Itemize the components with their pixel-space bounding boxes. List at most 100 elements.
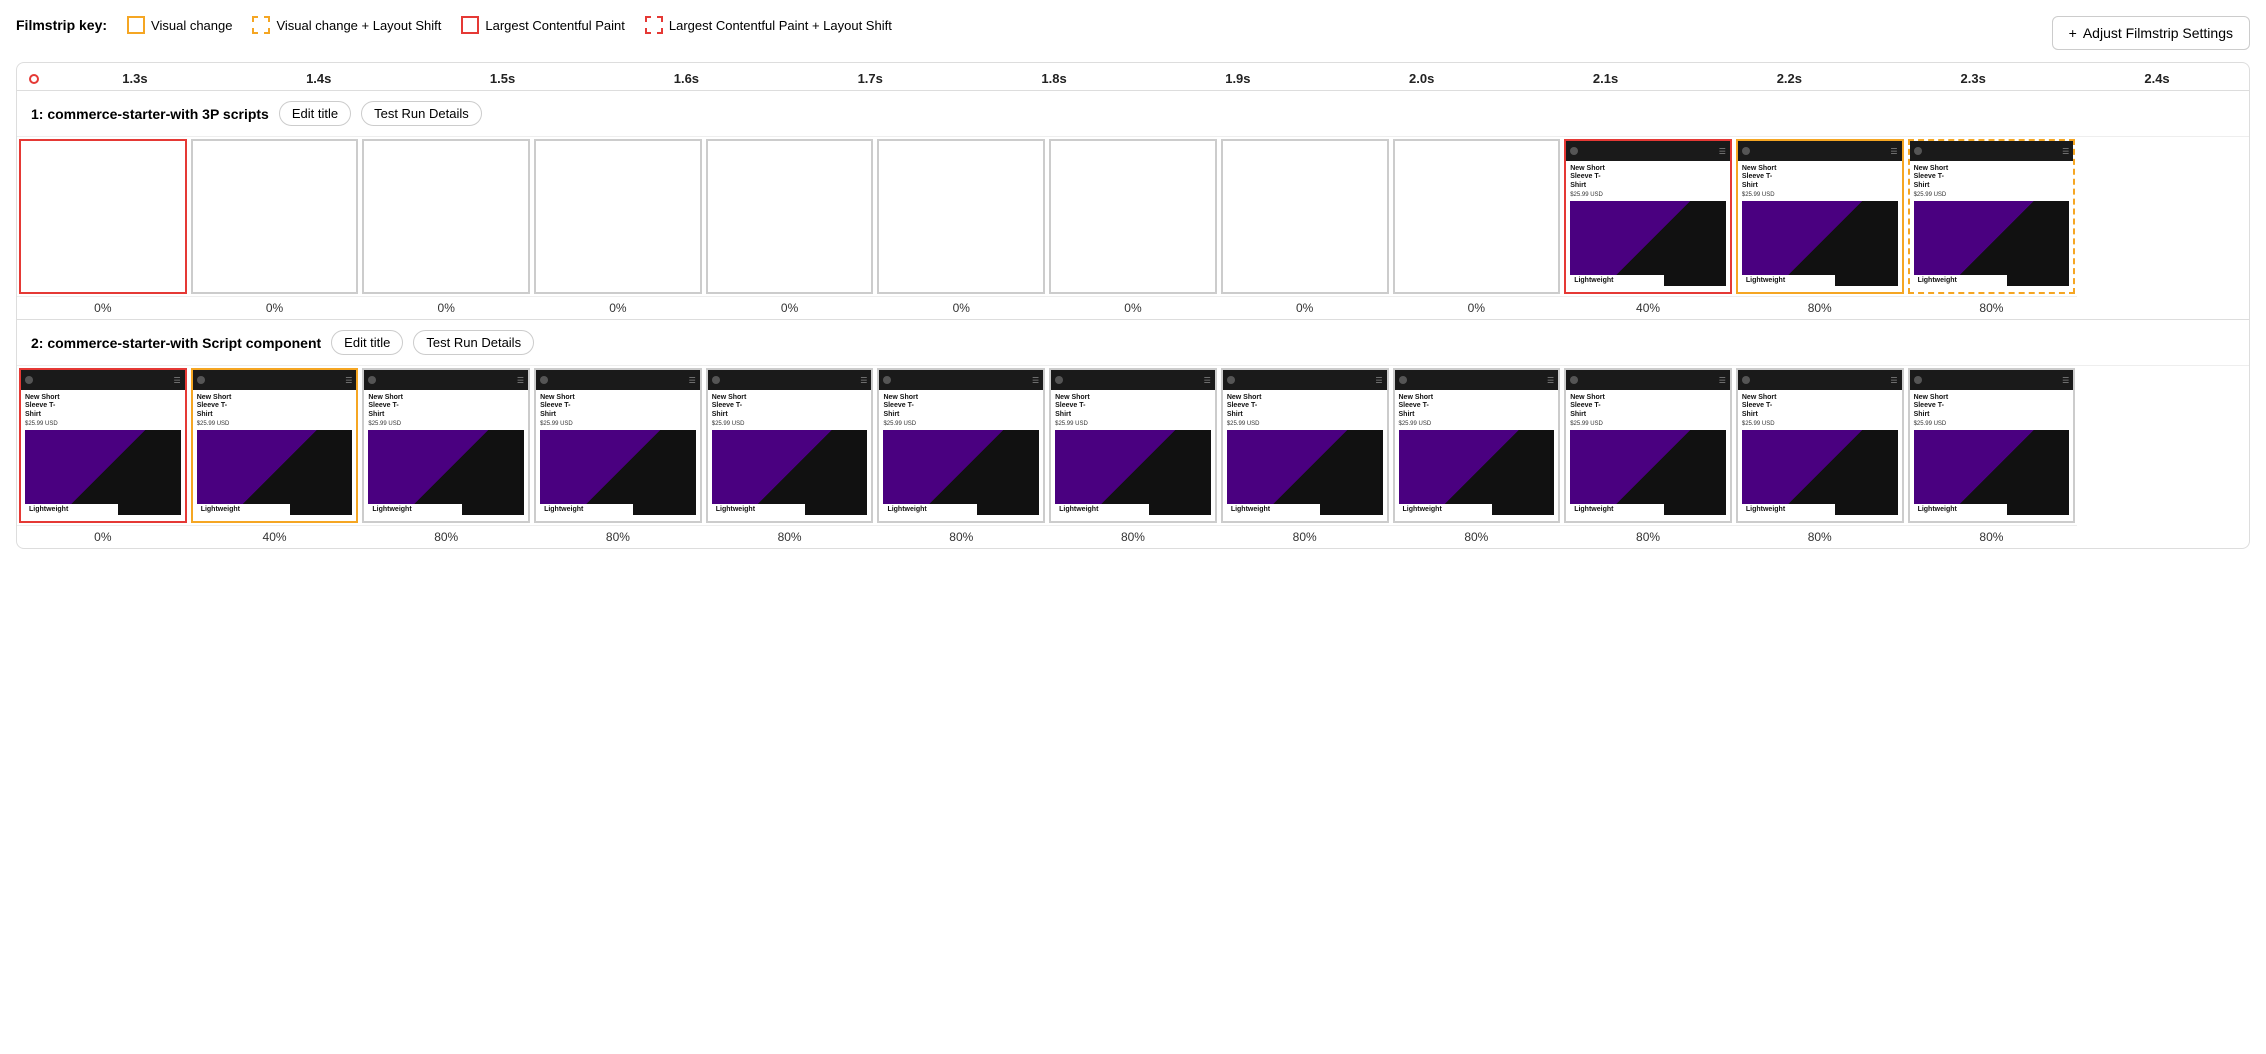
lightweight-badge: Lightweight	[25, 504, 118, 515]
screenshot[interactable]: ☰ New ShortSleeve T-Shirt $25.99 USD Lig…	[1051, 370, 1215, 521]
frame-cell[interactable]	[706, 139, 874, 294]
timeline-tick: 1.3s	[43, 71, 227, 86]
lightweight-badge: Lightweight	[1570, 275, 1663, 286]
product-name: New ShortSleeve T-Shirt	[1570, 165, 1726, 190]
frame-cell[interactable]: ☰ New ShortSleeve T-Shirt $25.99 USD Lig…	[706, 368, 874, 523]
menu-icon: ☰	[1719, 376, 1726, 385]
menu-icon: ☰	[689, 376, 696, 385]
percent-cell: 80%	[1562, 525, 1734, 548]
frame-col	[17, 137, 189, 296]
timeline-tick: 1.6s	[594, 71, 778, 86]
frame-cell[interactable]: ☰ New ShortSleeve T-Shirt $25.99 USD Lig…	[1564, 368, 1732, 523]
screenshot-body: New ShortSleeve T-Shirt $25.99 USD Light…	[364, 390, 528, 519]
row1-details-button[interactable]: Test Run Details	[361, 101, 482, 126]
frame-cell[interactable]: ☰ New ShortSleeve T-Shirt $25.99 USD Lig…	[1736, 139, 1904, 294]
percent-cell: 80%	[1047, 525, 1219, 548]
lightweight-badge: Lightweight	[1399, 504, 1492, 515]
screenshot-top-bar: ☰	[1223, 370, 1387, 390]
adjust-filmstrip-button[interactable]: + Adjust Filmstrip Settings	[2052, 16, 2250, 50]
product-image: Lightweight	[1914, 430, 2070, 515]
camera-icon	[1570, 376, 1578, 384]
screenshot-body: New ShortSleeve T-Shirt $25.99 USD Light…	[21, 390, 185, 519]
visual-change-icon	[127, 16, 145, 34]
product-image: Lightweight	[1742, 430, 1898, 515]
percent-cell: 80%	[1219, 525, 1391, 548]
screenshot-body: New ShortSleeve T-Shirt $25.99 USD Light…	[1223, 390, 1387, 519]
frame-cell[interactable]	[19, 139, 187, 294]
camera-icon	[712, 376, 720, 384]
menu-icon: ☰	[2062, 376, 2069, 385]
screenshot[interactable]: ☰ New ShortSleeve T-Shirt $25.99 USD Lig…	[1738, 370, 1902, 521]
screenshot[interactable]: ☰ New ShortSleeve T-Shirt $25.99 USD Lig…	[1910, 370, 2074, 521]
product-price: $25.99 USD	[1914, 192, 2070, 198]
frame-cell[interactable]	[1393, 139, 1561, 294]
screenshot-body: New ShortSleeve T-Shirt $25.99 USD Light…	[1738, 161, 1902, 290]
product-image: Lightweight	[1914, 201, 2070, 286]
screenshot-body: New ShortSleeve T-Shirt $25.99 USD Light…	[708, 390, 872, 519]
frame-cell[interactable]	[877, 139, 1045, 294]
frame-cell[interactable]	[1049, 139, 1217, 294]
percent-cell: 80%	[1734, 296, 1906, 319]
frame-cell[interactable]: ☰ New ShortSleeve T-Shirt $25.99 USD Lig…	[19, 368, 187, 523]
screenshot[interactable]: ☰ New ShortSleeve T-Shirt $25.99 USD Lig…	[21, 370, 185, 521]
frame-cell[interactable]: ☰ New ShortSleeve T-Shirt $25.99 USD Lig…	[191, 368, 359, 523]
product-image: Lightweight	[1399, 430, 1555, 515]
frame-cell[interactable]	[362, 139, 530, 294]
product-name: New ShortSleeve T-Shirt	[1399, 394, 1555, 419]
frame-col	[1047, 137, 1219, 296]
product-name: New ShortSleeve T-Shirt	[1742, 165, 1898, 190]
frame-cell[interactable]: ☰ New ShortSleeve T-Shirt $25.99 USD Lig…	[1908, 139, 2076, 294]
lightweight-badge: Lightweight	[712, 504, 805, 515]
screenshot-body: New ShortSleeve T-Shirt $25.99 USD Light…	[1738, 390, 1902, 519]
frame-cell[interactable]: ☰ New ShortSleeve T-Shirt $25.99 USD Lig…	[1908, 368, 2076, 523]
frame-cell[interactable]: ☰ New ShortSleeve T-Shirt $25.99 USD Lig…	[1393, 368, 1561, 523]
row1-edit-button[interactable]: Edit title	[279, 101, 351, 126]
frame-col	[704, 137, 876, 296]
menu-icon: ☰	[345, 376, 352, 385]
lightweight-badge: Lightweight	[1742, 504, 1835, 515]
screenshot[interactable]: ☰ New ShortSleeve T-Shirt $25.99 USD Lig…	[1566, 370, 1730, 521]
frame-col: ☰ New ShortSleeve T-Shirt $25.99 USD Lig…	[1734, 137, 1906, 296]
row2-edit-button[interactable]: Edit title	[331, 330, 403, 355]
frame-cell[interactable]: ☰ New ShortSleeve T-Shirt $25.99 USD Lig…	[362, 368, 530, 523]
screenshot[interactable]: ☰ New ShortSleeve T-Shirt $25.99 USD Lig…	[193, 370, 357, 521]
key-label: Filmstrip key:	[16, 17, 107, 33]
percent-cell: 0%	[1219, 296, 1391, 319]
timeline-tick: 2.4s	[2065, 71, 2249, 86]
screenshot[interactable]: ☰ New ShortSleeve T-Shirt $25.99 USD Lig…	[1566, 141, 1730, 292]
screenshot[interactable]: ☰ New ShortSleeve T-Shirt $25.99 USD Lig…	[708, 370, 872, 521]
frame-cell[interactable]: ☰ New ShortSleeve T-Shirt $25.99 USD Lig…	[1564, 139, 1732, 294]
frame-cell[interactable]: ☰ New ShortSleeve T-Shirt $25.99 USD Lig…	[1221, 368, 1389, 523]
frame-cell[interactable]: ☰ New ShortSleeve T-Shirt $25.99 USD Lig…	[1736, 368, 1904, 523]
menu-icon: ☰	[174, 376, 181, 385]
screenshot[interactable]: ☰ New ShortSleeve T-Shirt $25.99 USD Lig…	[1223, 370, 1387, 521]
empty-screenshot	[708, 141, 872, 292]
visual-change-label: Visual change	[151, 18, 232, 33]
row2-title: 2: commerce-starter-with Script componen…	[31, 335, 321, 351]
camera-icon	[368, 376, 376, 384]
row-section-1: 1: commerce-starter-with 3P scripts Edit…	[17, 91, 2249, 320]
product-image: Lightweight	[1570, 201, 1726, 286]
screenshot[interactable]: ☰ New ShortSleeve T-Shirt $25.99 USD Lig…	[1910, 141, 2074, 292]
menu-icon: ☰	[2062, 147, 2069, 156]
timeline-tick: 2.3s	[1881, 71, 2065, 86]
lightweight-badge: Lightweight	[1570, 504, 1663, 515]
screenshot[interactable]: ☰ New ShortSleeve T-Shirt $25.99 USD Lig…	[364, 370, 528, 521]
frame-cell[interactable]	[1221, 139, 1389, 294]
screenshot-top-bar: ☰	[1566, 141, 1730, 161]
lightweight-badge: Lightweight	[1914, 275, 2007, 286]
percent-row-2: 0%40%80%80%80%80%80%80%80%80%80%80%	[17, 525, 2249, 548]
frame-cell[interactable]: ☰ New ShortSleeve T-Shirt $25.99 USD Lig…	[877, 368, 1045, 523]
frame-cell[interactable]: ☰ New ShortSleeve T-Shirt $25.99 USD Lig…	[534, 368, 702, 523]
percent-cell: 80%	[1391, 525, 1563, 548]
camera-icon	[1570, 147, 1578, 155]
screenshot[interactable]: ☰ New ShortSleeve T-Shirt $25.99 USD Lig…	[1395, 370, 1559, 521]
frame-cell[interactable]: ☰ New ShortSleeve T-Shirt $25.99 USD Lig…	[1049, 368, 1217, 523]
screenshot[interactable]: ☰ New ShortSleeve T-Shirt $25.99 USD Lig…	[536, 370, 700, 521]
screenshot[interactable]: ☰ New ShortSleeve T-Shirt $25.99 USD Lig…	[879, 370, 1043, 521]
frame-cell[interactable]	[534, 139, 702, 294]
screenshot[interactable]: ☰ New ShortSleeve T-Shirt $25.99 USD Lig…	[1738, 141, 1902, 292]
row2-details-button[interactable]: Test Run Details	[413, 330, 534, 355]
frame-cell[interactable]	[191, 139, 359, 294]
product-price: $25.99 USD	[1742, 192, 1898, 198]
